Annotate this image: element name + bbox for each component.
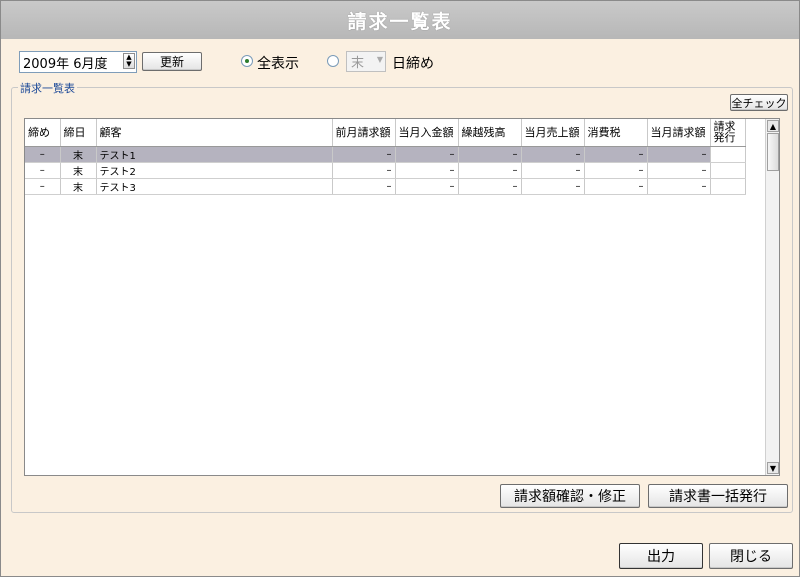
col-header-carryover[interactable]: 繰越残高	[458, 119, 522, 147]
cell-issue-checkbox[interactable]	[710, 178, 746, 195]
col-header-shime[interactable]: 締め	[25, 119, 61, 147]
col-header-shimebi[interactable]: 締日	[60, 119, 97, 147]
billing-month-value: 2009年 6月度	[23, 56, 108, 72]
cell-issue-checkbox[interactable]	[710, 146, 746, 163]
cell-payment: –	[395, 162, 459, 179]
show-all-radio[interactable]	[241, 55, 253, 67]
col-header-current-billing[interactable]: 当月請求額	[647, 119, 711, 147]
col-header-tax[interactable]: 消費税	[584, 119, 648, 147]
col-header-payment[interactable]: 当月入金額	[395, 119, 459, 147]
output-button[interactable]: 出力	[619, 543, 703, 569]
update-button[interactable]: 更新	[142, 52, 202, 71]
cell-carryover: –	[458, 146, 522, 163]
cell-payment: –	[395, 146, 459, 163]
spin-down-icon[interactable]: ▼	[124, 61, 134, 68]
cell-current-billing: –	[647, 162, 711, 179]
invoice-list-group: 請求一覧表 全チェック 締め 締日 顧客 前月請求額 当月入金額 繰越残高 当月…	[11, 80, 793, 513]
scroll-thumb[interactable]	[767, 133, 779, 171]
cell-tax: –	[584, 146, 648, 163]
window-title: 請求一覧表	[347, 10, 453, 33]
cell-payment: –	[395, 178, 459, 195]
vertical-scrollbar[interactable]: ▲ ▼	[765, 119, 779, 475]
table-row[interactable]: – 末 テスト3 – – – – – –	[25, 178, 746, 195]
group-label: 請求一覧表	[18, 80, 77, 96]
cell-customer: テスト1	[96, 146, 333, 163]
cell-prev-billing: –	[332, 146, 396, 163]
closing-day-radio[interactable]	[327, 55, 339, 67]
col-header-sales[interactable]: 当月売上額	[521, 119, 585, 147]
cell-sales: –	[521, 146, 585, 163]
col-header-customer[interactable]: 顧客	[96, 119, 333, 147]
confirm-amount-button[interactable]: 請求額確認・修正	[500, 484, 640, 508]
table-row[interactable]: – 末 テスト2 – – – – – –	[25, 162, 746, 179]
cell-tax: –	[584, 162, 648, 179]
title-bar: 請求一覧表	[1, 1, 799, 39]
issue-all-invoices-button[interactable]: 請求書一括発行	[648, 484, 788, 508]
cell-shimebi: 末	[60, 162, 97, 179]
col-header-issue[interactable]: 請求発行	[710, 119, 746, 147]
toolbar: 2009年 6月度 ▲ ▼ 更新 全表示 末 ▼ 日締め	[19, 51, 779, 73]
cell-carryover: –	[458, 162, 522, 179]
table-row[interactable]: – 末 テスト1 – – – – – –	[25, 146, 746, 163]
scroll-up-icon[interactable]: ▲	[767, 120, 779, 132]
close-button[interactable]: 閉じる	[709, 543, 793, 569]
cell-shimebi: 末	[60, 178, 97, 195]
chevron-down-icon: ▼	[376, 55, 383, 64]
cell-current-billing: –	[647, 178, 711, 195]
cell-prev-billing: –	[332, 162, 396, 179]
invoice-list-window: 請求一覧表 2009年 6月度 ▲ ▼ 更新 全表示 末 ▼ 日締め 請求一覧表…	[0, 0, 800, 577]
cell-current-billing: –	[647, 146, 711, 163]
closing-day-value: 末	[351, 56, 365, 71]
month-spinner[interactable]: ▲ ▼	[123, 53, 135, 69]
show-all-label: 全表示	[257, 56, 299, 72]
invoice-table: 締め 締日 顧客 前月請求額 当月入金額 繰越残高 当月売上額 消費税 当月請求…	[25, 119, 746, 195]
cell-prev-billing: –	[332, 178, 396, 195]
cell-shimebi: 末	[60, 146, 97, 163]
table-header-row: 締め 締日 顧客 前月請求額 当月入金額 繰越残高 当月売上額 消費税 当月請求…	[25, 119, 746, 147]
check-all-button[interactable]: 全チェック	[730, 94, 788, 111]
cell-sales: –	[521, 178, 585, 195]
cell-shime: –	[25, 146, 61, 163]
cell-sales: –	[521, 162, 585, 179]
cell-shime: –	[25, 162, 61, 179]
closing-day-label: 日締め	[392, 56, 434, 72]
closing-day-select[interactable]: 末 ▼	[346, 51, 386, 72]
scroll-down-icon[interactable]: ▼	[767, 462, 779, 474]
cell-tax: –	[584, 178, 648, 195]
cell-customer: テスト2	[96, 162, 333, 179]
billing-month-field[interactable]: 2009年 6月度	[19, 51, 137, 73]
cell-customer: テスト3	[96, 178, 333, 195]
cell-issue-checkbox[interactable]	[710, 162, 746, 179]
cell-carryover: –	[458, 178, 522, 195]
col-header-prev-billing[interactable]: 前月請求額	[332, 119, 396, 147]
invoice-grid[interactable]: 締め 締日 顧客 前月請求額 当月入金額 繰越残高 当月売上額 消費税 当月請求…	[24, 118, 780, 476]
cell-shime: –	[25, 178, 61, 195]
